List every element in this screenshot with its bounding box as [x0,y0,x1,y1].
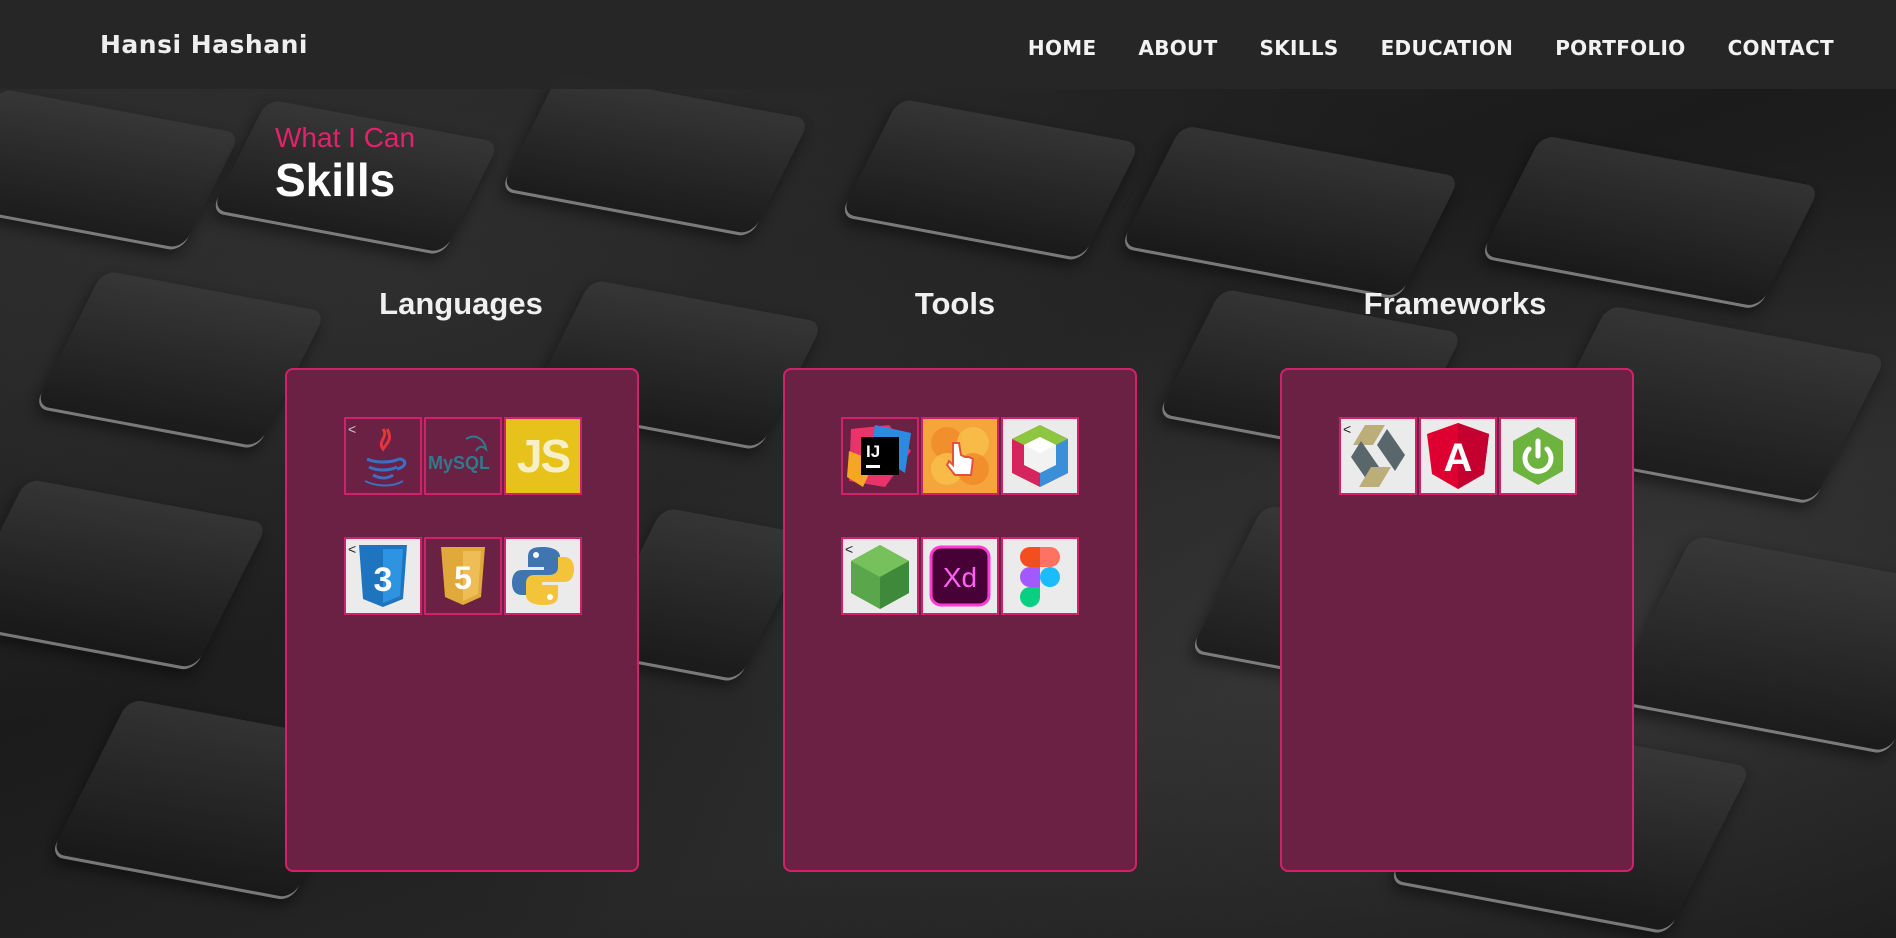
navbar: Hansi Hashani HOME ABOUT SKILLS EDUCATIO… [0,0,1896,89]
section-subtitle: What I Can [275,122,416,153]
css3-icon: < 3 [344,537,422,615]
section-title: Skills [275,154,396,206]
netbeans-icon [1001,417,1079,495]
spring-boot-icon [1499,417,1577,495]
frameworks-title: Frameworks [1363,286,1547,321]
nav-home[interactable]: HOME [1028,36,1097,60]
languages-title: Languages [379,286,543,321]
nav-education[interactable]: EDUCATION [1381,36,1514,60]
angular-icon: A [1419,417,1497,495]
svg-text:MySQL: MySQL [428,453,490,473]
languages-row-2: < 3 5 [344,537,582,615]
javascript-icon: JS [504,417,582,495]
frameworks-row-1: < A [1339,417,1577,495]
intellij-idea-icon: IJ [841,417,919,495]
nav-skills[interactable]: SKILLS [1260,36,1339,60]
nodejs-icon: < [841,537,919,615]
tools-row-1: IJ [841,417,1079,495]
languages-card: < MySQL JS < 3 5 [285,368,639,872]
tools-card: IJ < Xd [783,368,1137,872]
brand-logo[interactable]: Hansi Hashani [100,30,308,59]
svg-text:Xd: Xd [943,562,977,593]
languages-row-1: < MySQL JS [344,417,582,495]
tools-row-2: < Xd [841,537,1079,615]
section-heading: What I Can Skills [275,122,415,206]
balsamiq-hand-icon [921,417,999,495]
svg-text:A: A [1444,436,1473,480]
html5-icon: 5 [424,537,502,615]
java-icon: < [344,417,422,495]
frameworks-card: < A [1280,368,1634,872]
nav-contact[interactable]: CONTACT [1728,36,1834,60]
svg-text:IJ: IJ [866,442,880,461]
main-nav: HOME ABOUT SKILLS EDUCATION PORTFOLIO CO… [986,36,1834,60]
nav-about[interactable]: ABOUT [1138,36,1217,60]
svg-text:5: 5 [454,560,472,596]
mysql-icon: MySQL [424,417,502,495]
tools-title: Tools [914,286,996,321]
hibernate-icon: < [1339,417,1417,495]
figma-icon [1001,537,1079,615]
adobe-xd-icon: Xd [921,537,999,615]
python-icon [504,537,582,615]
nav-portfolio[interactable]: PORTFOLIO [1555,36,1685,60]
svg-text:3: 3 [374,561,393,599]
